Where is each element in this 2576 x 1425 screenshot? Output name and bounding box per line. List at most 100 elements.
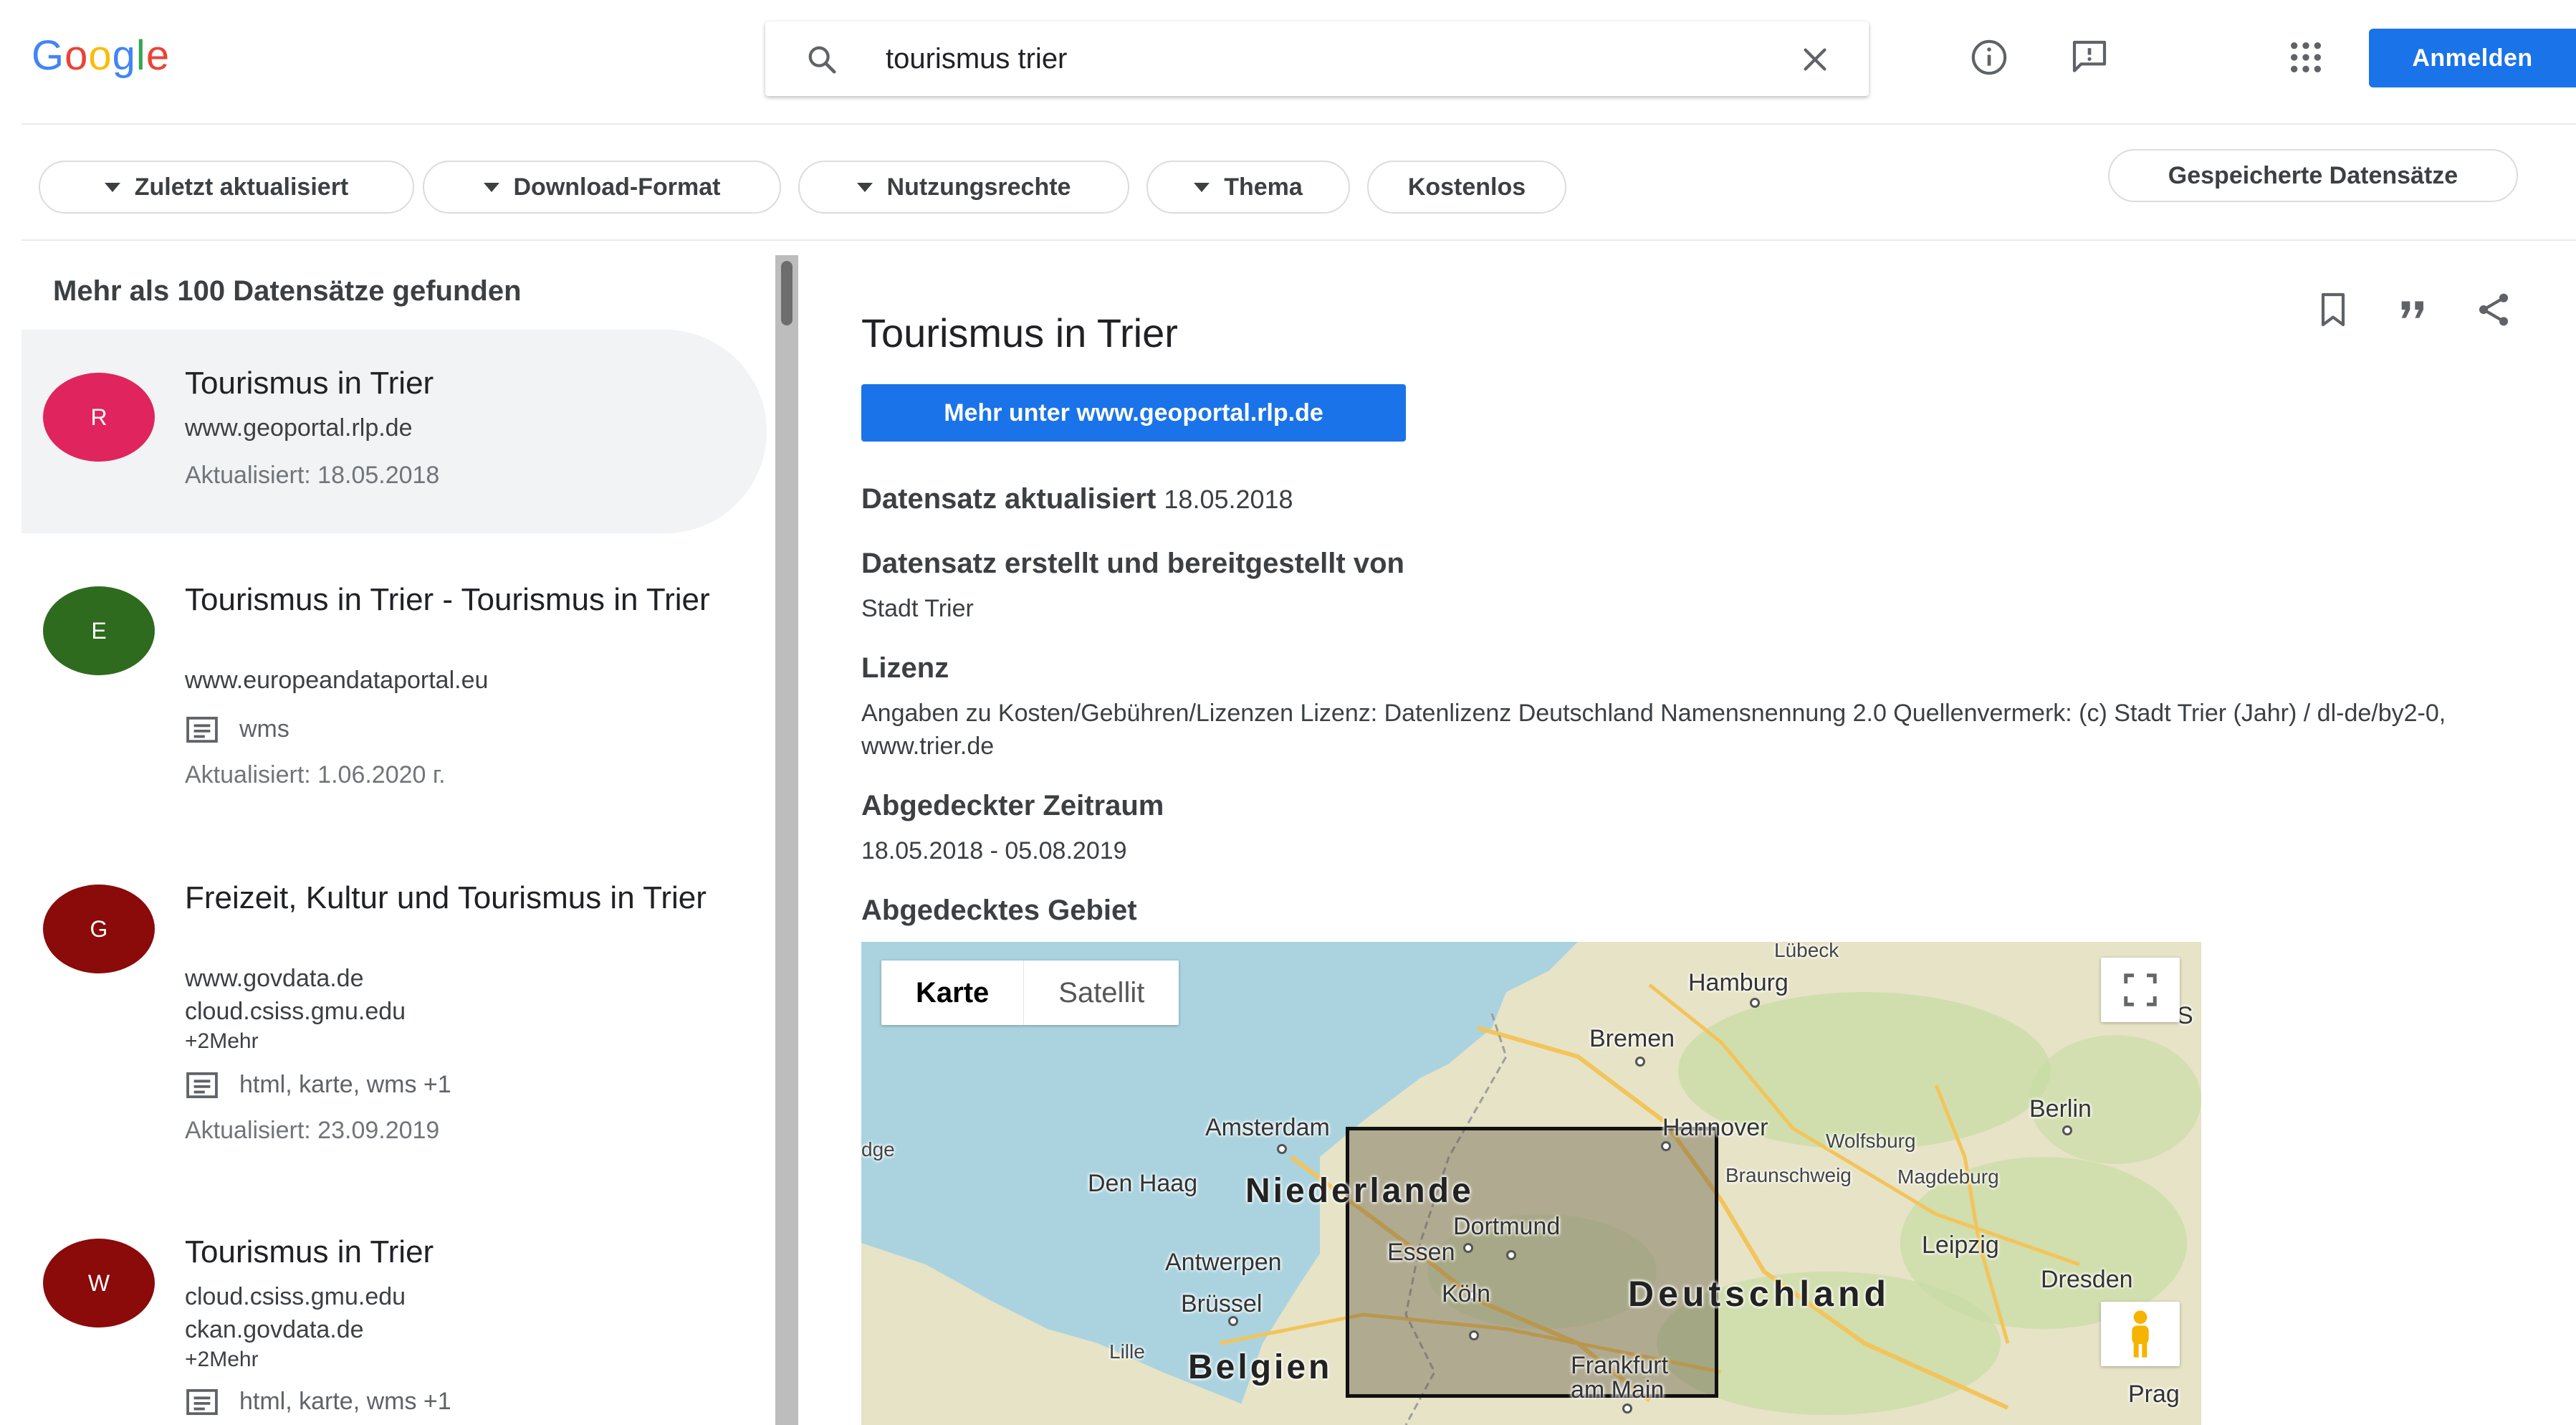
bookmark-icon[interactable] xyxy=(2313,290,2353,330)
result-item[interactable]: E Tourismus in Trier - Tourismus in Trie… xyxy=(21,559,767,831)
map-type-toggle[interactable]: Karte Satellit xyxy=(881,961,1179,1025)
created-by-value: Stadt Trier xyxy=(861,595,974,622)
map-label: Bremen xyxy=(1589,1025,1675,1052)
license-value: Angaben zu Kosten/Gebühren/Lizenzen Lize… xyxy=(861,700,2446,760)
map-label: Hamburg xyxy=(1688,969,1789,996)
filter-download-format[interactable]: Download-Format xyxy=(423,161,781,214)
logo-letter: G xyxy=(32,32,65,79)
map-label: Den Haag xyxy=(1088,1170,1198,1197)
map-label: Wolfsburg xyxy=(1826,1130,1916,1152)
city-marker xyxy=(1622,1403,1632,1414)
avatar: E xyxy=(43,586,155,675)
scrollbar-thumb[interactable] xyxy=(781,261,793,325)
result-updated: Aktualisiert: 18.05.2018 xyxy=(185,462,440,489)
header-divider xyxy=(21,123,2576,125)
result-title: Freizeit, Kultur und Tourismus in Trier xyxy=(185,880,707,915)
sign-in-button[interactable]: Anmelden xyxy=(2369,29,2576,87)
saved-datasets-button[interactable]: Gespeicherte Datensätze xyxy=(2108,149,2518,202)
avatar: G xyxy=(43,885,155,973)
pegman-icon xyxy=(2132,1310,2149,1358)
result-more-sources[interactable]: +2Mehr xyxy=(185,1029,259,1054)
map-label: Lille xyxy=(1109,1340,1145,1363)
results-count: Mehr als 100 Datensätze gefunden xyxy=(53,275,522,307)
info-icon[interactable] xyxy=(1969,37,2009,77)
document-icon xyxy=(186,1072,218,1098)
updated-label: Datensatz aktualisiert 18.05.2018 xyxy=(861,483,1293,515)
map-label: Dresden xyxy=(2041,1266,2133,1293)
map-type-map[interactable]: Karte xyxy=(881,961,1023,1025)
clear-icon[interactable] xyxy=(1799,43,1832,76)
search-bar[interactable] xyxy=(765,22,1869,96)
avatar: W xyxy=(43,1239,155,1328)
fullscreen-button[interactable] xyxy=(2101,958,2180,1022)
coverage-map[interactable]: Lübeck Hamburg Bremen Berlin Amsterdam H… xyxy=(861,942,2201,1425)
filter-usage-rights[interactable]: Nutzungsrechte xyxy=(798,161,1129,214)
result-formats: html, karte, wms +1 xyxy=(185,1388,451,1416)
result-source: www.govdata.de xyxy=(185,965,364,992)
map-label: Amsterdam xyxy=(1205,1114,1330,1141)
street-view-button[interactable] xyxy=(2101,1302,2180,1366)
map-type-satellite[interactable]: Satellit xyxy=(1023,961,1179,1025)
result-item[interactable]: R Tourismus in Trier www.geoportal.rlp.d… xyxy=(21,330,767,533)
result-source: ckan.govdata.de xyxy=(185,1316,364,1343)
dropdown-caret-icon xyxy=(104,182,120,192)
updated-value: 18.05.2018 xyxy=(1164,485,1293,514)
result-updated: Aktualisiert: 23.09.2019 xyxy=(185,1117,440,1144)
detail-title: Tourismus in Trier xyxy=(861,310,1178,356)
result-item[interactable]: G Freizeit, Kultur und Tourismus in Trie… xyxy=(21,857,767,1158)
city-marker xyxy=(1506,1250,1516,1260)
map-label: Dortmund xyxy=(1453,1213,1561,1240)
result-formats: html, karte, wms +1 xyxy=(185,1071,451,1099)
more-at-source-button[interactable]: Mehr unter www.geoportal.rlp.de xyxy=(861,384,1406,442)
map-label: Köln xyxy=(1442,1280,1491,1307)
filter-free[interactable]: Kostenlos xyxy=(1367,161,1566,214)
area-label: Abgedecktes Gebiet xyxy=(861,895,1137,926)
map-label: Belgien xyxy=(1188,1348,1333,1386)
map-label: Magdeburg xyxy=(1897,1166,1999,1188)
city-marker xyxy=(1463,1243,1473,1253)
logo-letter: g xyxy=(112,32,136,79)
apps-icon[interactable] xyxy=(2286,37,2326,77)
map-label: Essen xyxy=(1387,1239,1455,1266)
result-formats: wms xyxy=(185,715,289,743)
cite-icon[interactable] xyxy=(2393,290,2433,330)
city-marker xyxy=(1469,1330,1479,1340)
map-label: Braunschweig xyxy=(1725,1164,1852,1186)
map-label: Prag xyxy=(2128,1381,2180,1408)
filter-last-updated[interactable]: Zuletzt aktualisiert xyxy=(39,161,414,214)
map-label: Berlin xyxy=(2029,1095,2092,1123)
map-label: Leipzig xyxy=(1922,1231,1999,1259)
filter-label: Zuletzt aktualisiert xyxy=(134,173,349,201)
share-icon[interactable] xyxy=(2474,290,2514,330)
result-item[interactable]: W Tourismus in Trier cloud.csiss.gmu.edu… xyxy=(21,1211,767,1425)
search-input[interactable] xyxy=(886,37,1746,80)
map-label: Deutschland xyxy=(1628,1274,1891,1314)
result-source: cloud.csiss.gmu.edu xyxy=(185,998,406,1025)
city-marker xyxy=(1750,998,1760,1008)
filter-label: Download-Format xyxy=(513,173,721,201)
map-label: Hannover xyxy=(1662,1114,1768,1141)
avatar: R xyxy=(43,373,155,462)
fullscreen-icon xyxy=(2124,973,2157,1006)
result-more-sources[interactable]: +2Mehr xyxy=(185,1348,259,1372)
result-title: Tourismus in Trier - Tourismus in Trier xyxy=(185,582,710,617)
map-label: Lübeck xyxy=(1774,942,1839,961)
logo-letter: o xyxy=(88,32,112,79)
filter-topic[interactable]: Thema xyxy=(1146,161,1350,214)
period-value: 18.05.2018 - 05.08.2019 xyxy=(861,837,1127,864)
city-marker xyxy=(1277,1144,1287,1154)
results-scrollbar[interactable] xyxy=(775,255,798,1425)
map-label: am Main xyxy=(1571,1376,1665,1403)
search-icon[interactable] xyxy=(805,43,838,76)
result-title: Tourismus in Trier xyxy=(185,366,434,401)
dropdown-caret-icon xyxy=(483,182,499,192)
filter-label: Thema xyxy=(1224,173,1303,201)
feedback-icon[interactable] xyxy=(2069,37,2110,77)
result-source: www.geoportal.rlp.de xyxy=(185,414,413,442)
google-logo[interactable]: Google xyxy=(32,32,170,80)
filter-divider xyxy=(21,239,2576,241)
map-label: Brüssel xyxy=(1181,1290,1263,1317)
city-marker xyxy=(1661,1141,1671,1151)
document-icon xyxy=(186,1388,218,1415)
result-source: www.europeandataportal.eu xyxy=(185,667,489,694)
